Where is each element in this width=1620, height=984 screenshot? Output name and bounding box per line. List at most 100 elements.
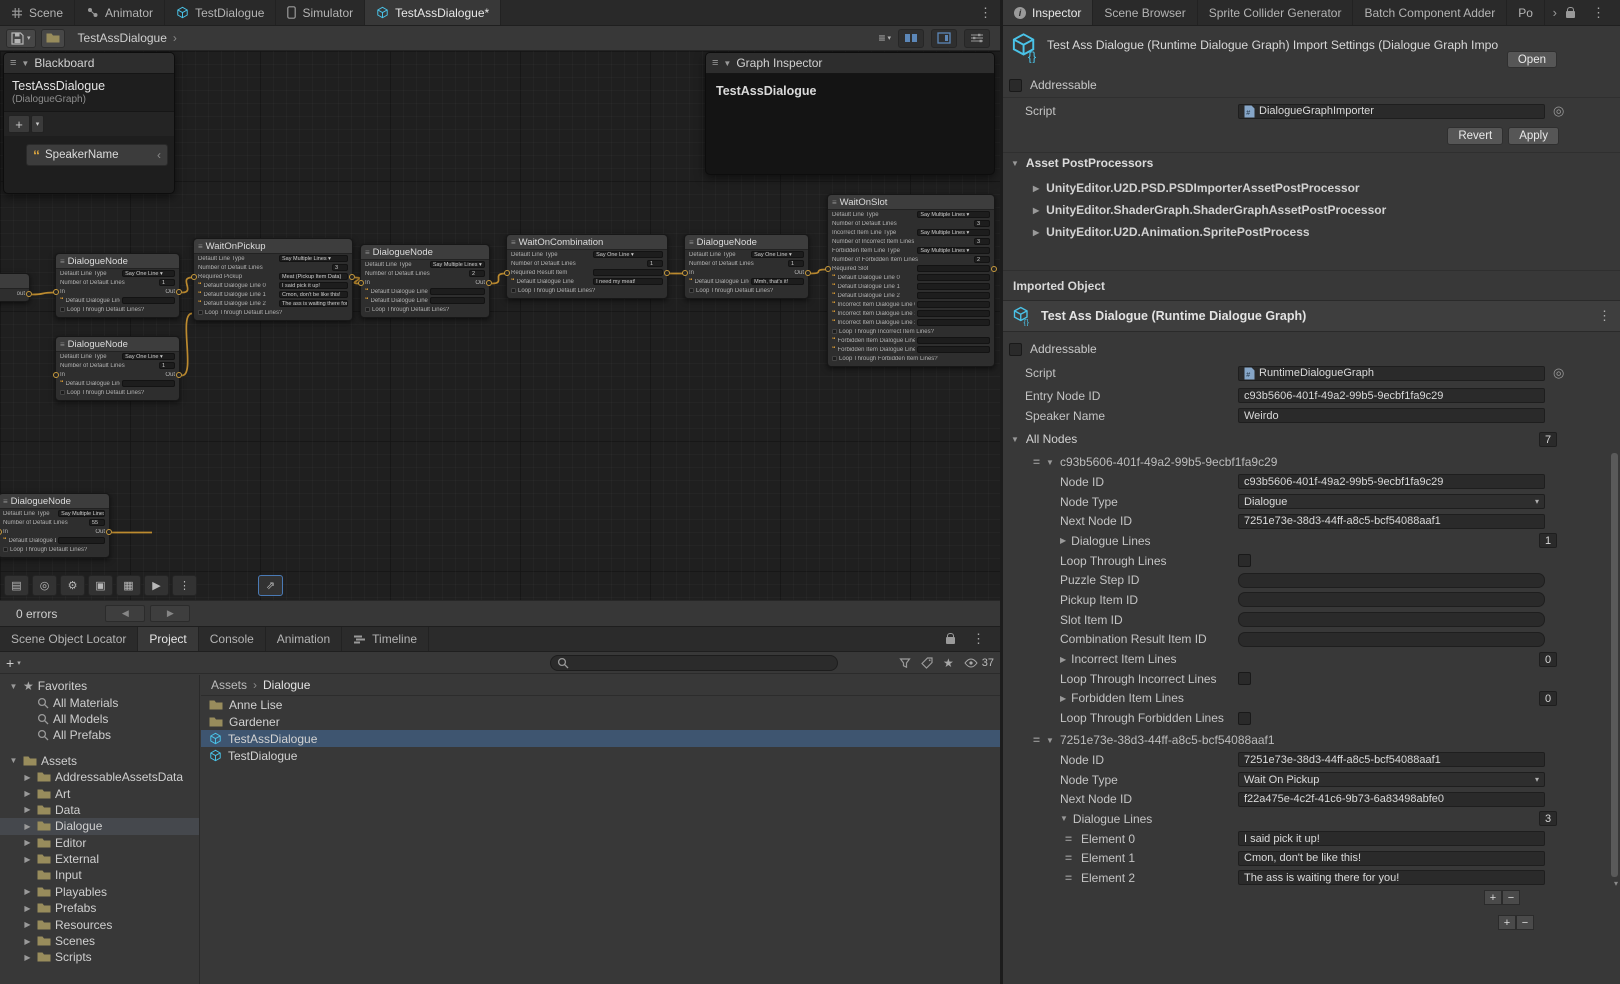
tab-options-icon[interactable]: ⋮: [971, 0, 1000, 25]
graph-debug-button[interactable]: ⇗: [258, 575, 283, 596]
open-button[interactable]: Open: [1507, 51, 1557, 68]
node-checkbox[interactable]: [689, 288, 694, 293]
node-field[interactable]: [917, 346, 990, 353]
blackboard-header[interactable]: ≡ ▼ Blackboard: [4, 53, 174, 74]
drag-handle-icon[interactable]: =: [1065, 851, 1081, 865]
settings-gear-button[interactable]: ⚙: [60, 575, 85, 596]
remove-element-button[interactable]: −: [1516, 915, 1534, 930]
remove-element-button[interactable]: −: [1502, 890, 1520, 905]
apply-button[interactable]: Apply: [1508, 127, 1559, 145]
all-nodes-foldout[interactable]: ▼ All Nodes 7: [1003, 428, 1620, 450]
favorite-search-icon[interactable]: ★: [943, 656, 954, 670]
node-dropdown[interactable]: Say Multiple Lines ▾: [917, 211, 990, 218]
collapse-arrow-icon[interactable]: ▼: [723, 59, 731, 68]
tree-item-all-models[interactable]: All Models: [0, 711, 199, 727]
node-field[interactable]: 3: [974, 220, 990, 227]
node-field[interactable]: 2: [974, 256, 990, 263]
add-element-button[interactable]: +: [1498, 915, 1516, 930]
graph-settings-button[interactable]: [964, 29, 990, 48]
scrollbar-thumb[interactable]: [1611, 453, 1618, 877]
node-dropdown[interactable]: Say Multiple Lines ▾: [917, 229, 990, 236]
node-object-field[interactable]: [917, 265, 990, 272]
play-button[interactable]: ▶: [144, 575, 169, 596]
node-field[interactable]: 3: [332, 264, 348, 271]
node-field[interactable]: [917, 283, 990, 290]
property-field[interactable]: Weirdo: [1238, 408, 1545, 423]
graph-node-dialoguenode[interactable]: ≡DialogueNodeDefault Line TypeSay One Li…: [55, 336, 180, 401]
node-field[interactable]: The ass is waiting there for you!: [279, 300, 348, 307]
drag-handle-icon[interactable]: =: [1065, 832, 1081, 846]
addressable-checkbox[interactable]: [1009, 343, 1022, 356]
tree-item-scripts[interactable]: ▶Scripts: [0, 949, 199, 965]
frames-button[interactable]: ▦: [116, 575, 141, 596]
graph-breadcrumb[interactable]: TestAssDialogue ›: [78, 31, 177, 45]
graph-node-dialoguenode[interactable]: ≡DialogueNodeDefault Line TypeSay One Li…: [684, 234, 809, 299]
context-menu-icon[interactable]: ⋮: [1598, 308, 1611, 324]
output-port[interactable]: [176, 372, 182, 378]
output-port[interactable]: [805, 270, 811, 276]
script-object-field[interactable]: #DialogueGraphImporter: [1238, 104, 1545, 119]
expander-icon[interactable]: ‹: [157, 148, 161, 162]
drag-handle-icon[interactable]: =: [1065, 871, 1081, 885]
object-picker-icon[interactable]: ◎: [1553, 365, 1564, 381]
node-field[interactable]: I said pick it up!: [279, 282, 348, 289]
property-field[interactable]: f22a475e-4c2f-41c6-9b73-6a83498abfe0: [1238, 792, 1545, 807]
output-port[interactable]: [664, 270, 670, 276]
postprocessors-foldout[interactable]: ▼ Asset PostProcessors: [1011, 156, 1153, 170]
foldout-label[interactable]: ▼Dialogue Lines: [1060, 812, 1238, 826]
property-field[interactable]: The ass is waiting there for you!: [1238, 870, 1545, 885]
node-field[interactable]: Mmh, that's it!: [751, 278, 804, 285]
eye-icon[interactable]: [964, 658, 978, 668]
node-field[interactable]: 55: [89, 519, 105, 526]
breadcrumb-root[interactable]: Assets: [211, 678, 247, 692]
postprocessor-item[interactable]: ▶UnityEditor.ShaderGraph.ShaderGraphAsse…: [1003, 199, 1620, 221]
node-dropdown[interactable]: Say Multiple Lines ▾: [430, 261, 485, 268]
revert-button[interactable]: Revert: [1447, 127, 1503, 145]
tab-scene-object-locator[interactable]: Scene Object Locator: [0, 627, 138, 651]
tab-project[interactable]: Project: [138, 627, 198, 651]
graph-node-dialoguenode[interactable]: ≡DialogueNodeDefault Line TypeSay Multip…: [0, 493, 110, 558]
node-field[interactable]: [430, 288, 485, 295]
array-size-field[interactable]: 7: [1539, 432, 1557, 447]
property-checkbox[interactable]: [1238, 672, 1251, 685]
panel-layout-button[interactable]: [898, 29, 924, 48]
scrollbar-down-arrow[interactable]: ▾: [1614, 879, 1618, 888]
script-object-field[interactable]: #RuntimeDialogueGraph: [1238, 366, 1545, 381]
tab-timeline[interactable]: Timeline: [342, 627, 429, 651]
menu-dots-icon[interactable]: ⋮: [964, 631, 993, 647]
node-checkbox[interactable]: [60, 307, 65, 312]
input-port[interactable]: [191, 274, 197, 280]
graph-node-startnode[interactable]: ≡StartNodeout: [0, 273, 30, 302]
node-dropdown[interactable]: Say One Line ▾: [122, 270, 175, 277]
foldout-label[interactable]: ▶Incorrect Item Lines: [1060, 652, 1238, 666]
node-dropdown[interactable]: Say Multiple Lines ▾: [917, 247, 990, 254]
tree-item-data[interactable]: ▶Data: [0, 802, 199, 818]
graph-node-waitoncombination[interactable]: ≡WaitOnCombinationDefault Line TypeSay O…: [506, 234, 668, 299]
node-checkbox[interactable]: [832, 356, 837, 361]
collapse-arrow-icon[interactable]: ▼: [21, 59, 29, 68]
node-field[interactable]: 1: [159, 279, 175, 286]
file-testassdialogue[interactable]: TestAssDialogue: [201, 730, 1000, 747]
blackboard-field-speakername[interactable]: “ SpeakerName ‹: [26, 144, 168, 166]
input-port[interactable]: [53, 372, 59, 378]
chevron-right-icon[interactable]: ›: [1553, 5, 1557, 20]
tree-item-all-prefabs[interactable]: All Prefabs: [0, 727, 199, 743]
file-testdialogue[interactable]: TestDialogue: [201, 747, 1000, 764]
tree-item-favorites[interactable]: ▼★Favorites: [0, 678, 199, 694]
node-field[interactable]: [430, 297, 485, 304]
addressable-checkbox[interactable]: [1009, 79, 1022, 92]
tree-item-addressableassetsdata[interactable]: ▶AddressableAssetsData: [0, 769, 199, 785]
node-foldout-header[interactable]: = ▼ c93b5606-401f-49a2-99b5-9ecbf1fa9c29: [1003, 452, 1620, 472]
node-field[interactable]: [917, 337, 990, 344]
node-field[interactable]: [917, 301, 990, 308]
node-dropdown[interactable]: Say One Line ▾: [593, 251, 663, 258]
minimap-toggle-button[interactable]: [931, 29, 957, 48]
tab-scene[interactable]: Scene: [0, 0, 75, 25]
save-graph-button[interactable]: ▾: [6, 29, 36, 48]
node-field[interactable]: [122, 297, 175, 304]
node-checkbox[interactable]: [60, 390, 65, 395]
tree-item-resources[interactable]: ▶Resources: [0, 916, 199, 932]
node-field[interactable]: 3: [974, 238, 990, 245]
tab-testdialogue[interactable]: TestDialogue: [165, 0, 276, 25]
search-by-type-icon[interactable]: [899, 657, 911, 669]
